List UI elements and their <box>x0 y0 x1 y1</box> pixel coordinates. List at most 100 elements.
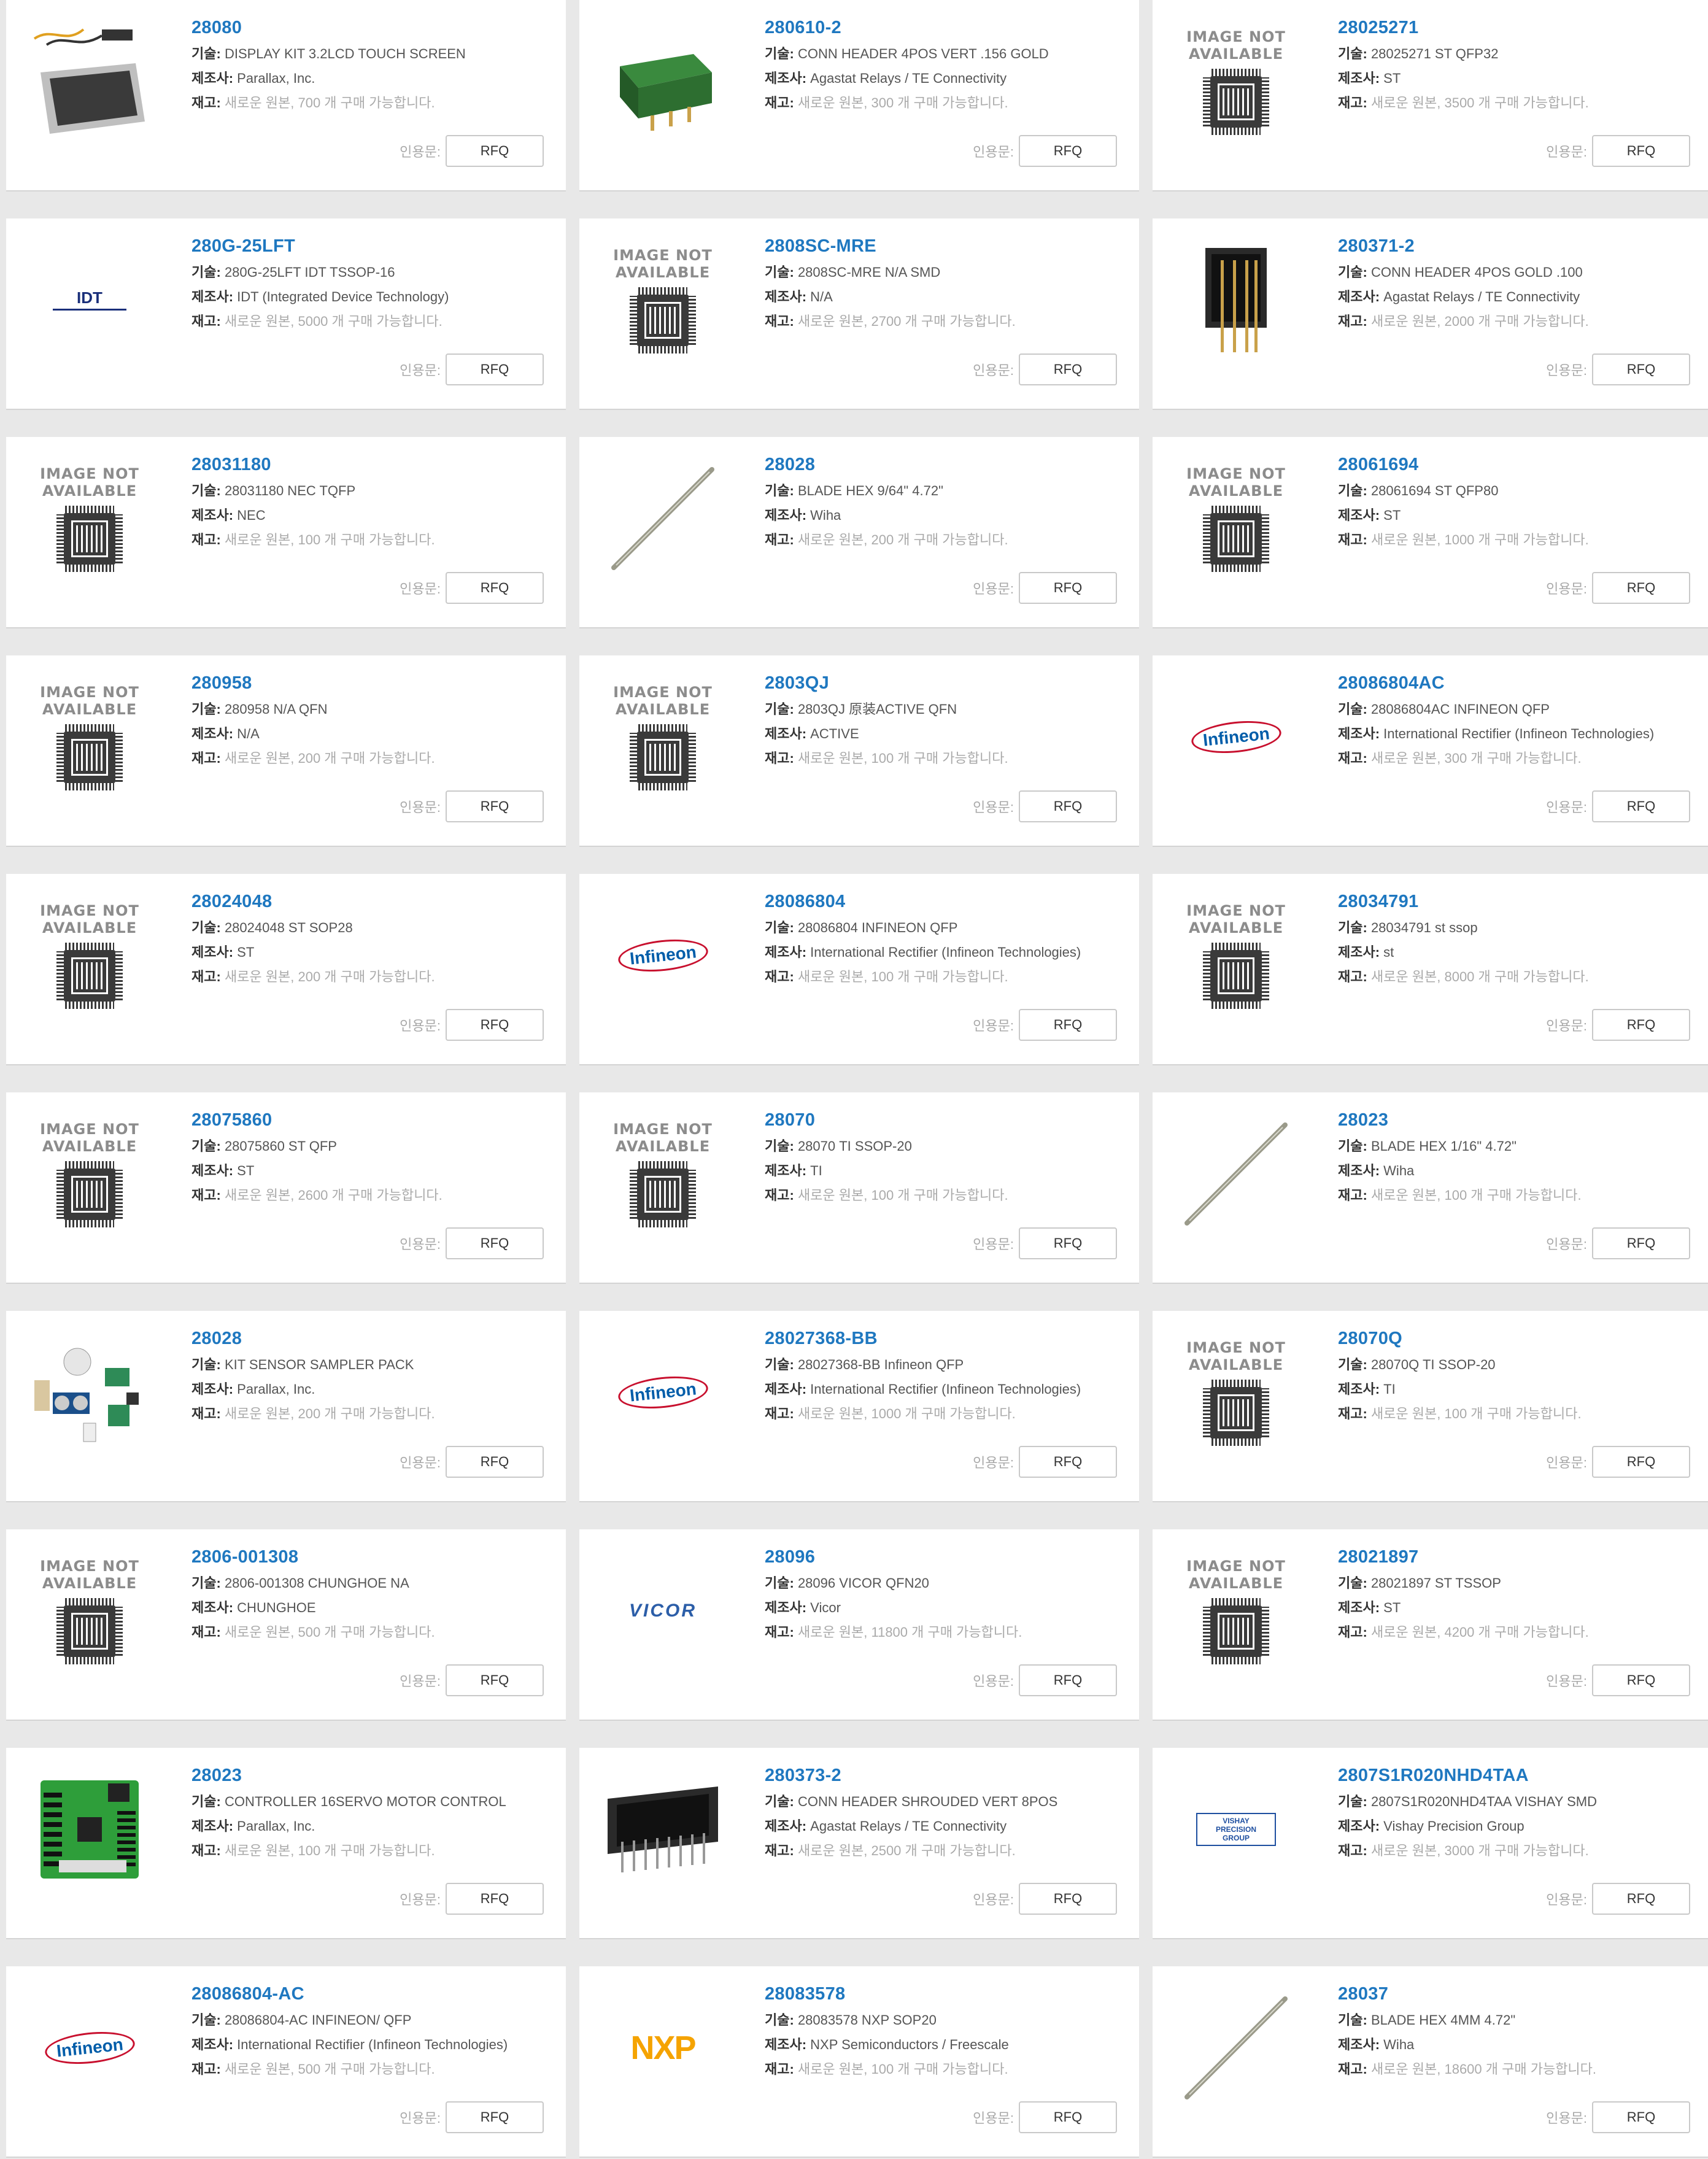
product-thumbnail[interactable]: IMAGE NOT AVAILABLE <box>28 1547 151 1675</box>
part-number-link[interactable]: 28028 <box>191 1328 560 1349</box>
rfq-button[interactable]: RFQ <box>1592 1227 1690 1259</box>
product-thumbnail[interactable]: IMAGE NOT AVAILABLE <box>28 1110 151 1238</box>
rfq-button[interactable]: RFQ <box>1592 572 1690 604</box>
product-thumbnail[interactable] <box>601 17 724 146</box>
part-number-link[interactable]: 28025271 <box>1338 17 1706 38</box>
product-thumbnail[interactable] <box>601 1765 724 1894</box>
product-thumbnail[interactable]: IMAGE NOT AVAILABLE <box>1175 1328 1297 1457</box>
product-thumbnail[interactable]: IMAGE NOT AVAILABLE <box>601 673 724 801</box>
part-number-link[interactable]: 28070Q <box>1338 1328 1706 1349</box>
product-thumbnail[interactable]: IMAGE NOT AVAILABLE <box>1175 1547 1297 1675</box>
part-number-link[interactable]: 28027368-BB <box>765 1328 1133 1349</box>
quote-row: 인용문: RFQ <box>973 572 1117 604</box>
stock-label: 재고: <box>1338 95 1367 110</box>
rfq-button[interactable]: RFQ <box>1592 790 1690 822</box>
product-thumbnail[interactable]: VICOR <box>601 1547 724 1675</box>
part-number-link[interactable]: 28034791 <box>1338 891 1706 912</box>
rfq-button[interactable]: RFQ <box>446 1446 544 1478</box>
rfq-button[interactable]: RFQ <box>446 572 544 604</box>
rfq-button[interactable]: RFQ <box>446 2101 544 2133</box>
description-value: 28034791 st ssop <box>1370 920 1478 935</box>
rfq-button[interactable]: RFQ <box>1019 572 1117 604</box>
rfq-button[interactable]: RFQ <box>1019 790 1117 822</box>
rfq-button[interactable]: RFQ <box>446 1227 544 1259</box>
part-number-link[interactable]: 280958 <box>191 673 560 693</box>
rfq-button[interactable]: RFQ <box>446 1664 544 1696</box>
part-number-link[interactable]: 28086804-AC <box>191 1983 560 2004</box>
product-thumbnail[interactable]: IMAGE NOT AVAILABLE <box>601 1110 724 1238</box>
product-thumbnail[interactable]: IMAGE NOT AVAILABLE <box>28 673 151 801</box>
rfq-button[interactable]: RFQ <box>1019 1883 1117 1915</box>
manufacturer-label: 제조사: <box>1338 289 1380 304</box>
product-thumbnail[interactable]: IMAGE NOT AVAILABLE <box>1175 17 1297 146</box>
product-thumbnail[interactable]: IMAGE NOT AVAILABLE <box>28 454 151 583</box>
product-thumbnail[interactable]: IDT <box>28 236 151 365</box>
part-number-link[interactable]: 28096 <box>765 1547 1133 1567</box>
rfq-button[interactable]: RFQ <box>1592 2101 1690 2133</box>
product-thumbnail[interactable]: IMAGE NOT AVAILABLE <box>1175 891 1297 1020</box>
product-thumbnail[interactable]: VISHAY PRECISION GROUP <box>1175 1765 1297 1894</box>
rfq-button[interactable]: RFQ <box>446 353 544 385</box>
part-number-link[interactable]: 2803QJ <box>765 673 1133 693</box>
product-thumbnail[interactable] <box>601 454 724 583</box>
rfq-button[interactable]: RFQ <box>1019 353 1117 385</box>
rfq-button[interactable]: RFQ <box>446 790 544 822</box>
part-number-link[interactable]: 28028 <box>765 454 1133 475</box>
part-number-link[interactable]: 28023 <box>1338 1110 1706 1130</box>
part-number-link[interactable]: 280373-2 <box>765 1765 1133 1786</box>
rfq-button[interactable]: RFQ <box>446 1009 544 1041</box>
rfq-button[interactable]: RFQ <box>1019 1664 1117 1696</box>
part-number-link[interactable]: 28080 <box>191 17 560 38</box>
product-thumbnail[interactable] <box>1175 236 1297 365</box>
part-number-link[interactable]: 28031180 <box>191 454 560 475</box>
rfq-button[interactable]: RFQ <box>1592 1664 1690 1696</box>
rfq-button[interactable]: RFQ <box>1019 1009 1117 1041</box>
part-number-link[interactable]: 28086804AC <box>1338 673 1706 693</box>
part-number-link[interactable]: 28083578 <box>765 1983 1133 2004</box>
part-number-link[interactable]: 2806-001308 <box>191 1547 560 1567</box>
product-thumbnail[interactable] <box>1175 1110 1297 1238</box>
part-number-link[interactable]: 28070 <box>765 1110 1133 1130</box>
part-number-link[interactable]: 280G-25LFT <box>191 236 560 257</box>
product-thumbnail[interactable]: Infineon <box>601 891 724 1020</box>
rfq-button[interactable]: RFQ <box>446 135 544 167</box>
rfq-button[interactable]: RFQ <box>1592 1883 1690 1915</box>
rfq-button[interactable]: RFQ <box>1592 135 1690 167</box>
product-info: 28025271 기술: 28025271 ST QFP32 제조사: ST 재… <box>1338 17 1706 115</box>
product-thumbnail[interactable]: Infineon <box>601 1328 724 1457</box>
manufacturer-label: 제조사: <box>191 1381 234 1397</box>
part-number-link[interactable]: 28024048 <box>191 891 560 912</box>
rfq-button[interactable]: RFQ <box>1019 1227 1117 1259</box>
rfq-button[interactable]: RFQ <box>1592 1446 1690 1478</box>
part-number-link[interactable]: 28061694 <box>1338 454 1706 475</box>
product-thumbnail[interactable]: IMAGE NOT AVAILABLE <box>28 891 151 1020</box>
chip-placeholder-icon <box>56 506 123 572</box>
product-thumbnail[interactable]: Infineon <box>1175 673 1297 801</box>
product-thumbnail[interactable]: IMAGE NOT AVAILABLE <box>601 236 724 365</box>
product-thumbnail[interactable] <box>28 1328 151 1457</box>
rfq-button[interactable]: RFQ <box>446 1883 544 1915</box>
part-number-link[interactable]: 28023 <box>191 1765 560 1786</box>
product-thumbnail[interactable]: Infineon <box>28 1983 151 2112</box>
part-number-link[interactable]: 280610-2 <box>765 17 1133 38</box>
rfq-button[interactable]: RFQ <box>1019 2101 1117 2133</box>
quote-label: 인용문: <box>973 581 1014 597</box>
quote-row: 인용문: RFQ <box>1546 353 1690 385</box>
product-thumbnail[interactable] <box>28 1765 151 1894</box>
product-thumbnail[interactable]: NXP <box>601 1983 724 2112</box>
part-number-link[interactable]: 28075860 <box>191 1110 560 1130</box>
rfq-button[interactable]: RFQ <box>1592 353 1690 385</box>
part-number-link[interactable]: 28086804 <box>765 891 1133 912</box>
rfq-button[interactable]: RFQ <box>1592 1009 1690 1041</box>
product-thumbnail[interactable]: IMAGE NOT AVAILABLE <box>1175 454 1297 583</box>
part-number-link[interactable]: 2808SC-MRE <box>765 236 1133 257</box>
part-number-link[interactable]: 28021897 <box>1338 1547 1706 1567</box>
product-thumbnail[interactable] <box>28 17 151 146</box>
rfq-button[interactable]: RFQ <box>1019 135 1117 167</box>
part-number-link[interactable]: 2807S1R020NHD4TAA <box>1338 1765 1706 1786</box>
product-card: 28028 기술: BLADE HEX 9/64" 4.72" 제조사: Wih… <box>579 437 1139 627</box>
rfq-button[interactable]: RFQ <box>1019 1446 1117 1478</box>
part-number-link[interactable]: 28037 <box>1338 1983 1706 2004</box>
product-thumbnail[interactable] <box>1175 1983 1297 2112</box>
part-number-link[interactable]: 280371-2 <box>1338 236 1706 257</box>
